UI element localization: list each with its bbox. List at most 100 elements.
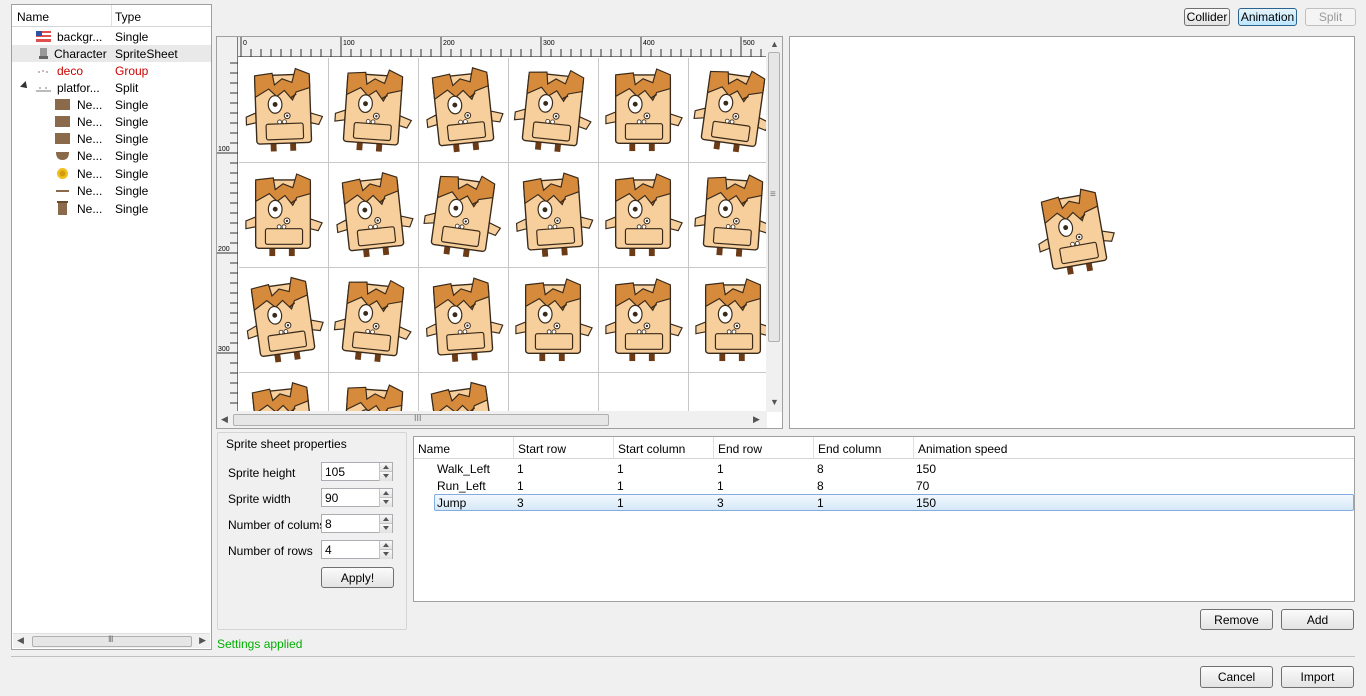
scroll-down-icon[interactable]: ▼ (770, 397, 779, 407)
remove-button[interactable]: Remove (1200, 609, 1273, 630)
sheet-vscroll-thumb[interactable]: ≡ (768, 52, 780, 342)
tree-scroll-thumb[interactable]: III (32, 634, 192, 647)
tree-item-background[interactable]: backgr... Single (12, 28, 211, 45)
sprite-cell[interactable] (599, 58, 689, 163)
tree-item-type: Split (115, 81, 139, 95)
coin-icon (57, 168, 68, 179)
sprite-cell[interactable] (329, 163, 419, 268)
split-button[interactable]: Split (1305, 8, 1356, 26)
sheet-horizontal-scrollbar[interactable]: ◀ III ▶ (217, 411, 767, 428)
import-button[interactable]: Import (1281, 666, 1354, 688)
sprite-cell[interactable] (509, 163, 599, 268)
tree-item-type: Single (115, 132, 149, 146)
tree-item-child[interactable]: Ne... Single (12, 96, 211, 113)
column-header-start-column[interactable]: Start column (618, 442, 685, 456)
scroll-up-icon[interactable]: ▲ (770, 39, 779, 49)
tree-item-child[interactable]: Ne... Single (12, 147, 211, 164)
sprite-cell[interactable] (689, 268, 767, 373)
sprite-height-spinbox[interactable]: 105 (321, 462, 393, 481)
sprite-cell[interactable] (509, 268, 599, 373)
tree-item-child[interactable]: Ne... Single (12, 130, 211, 147)
sprite-width-spinbox[interactable]: 90 (321, 488, 393, 507)
flag-icon (36, 31, 51, 42)
rows-spinbox[interactable]: 4 (321, 540, 393, 559)
tree-column-name[interactable]: Name (17, 10, 49, 24)
animation-row-walk-left[interactable]: Walk_Left 1 1 1 8 150 (414, 460, 1354, 477)
animation-button[interactable]: Animation (1238, 8, 1297, 26)
sprite-cell[interactable] (689, 373, 767, 412)
sprite-cell[interactable] (599, 373, 689, 412)
sprite-grid[interactable] (239, 58, 767, 412)
tree-item-deco[interactable]: deco Group (12, 62, 211, 79)
scroll-left-icon[interactable]: ◀ (221, 414, 228, 425)
animation-table[interactable]: Name Start row Start column End row End … (413, 436, 1355, 602)
column-header-animation-speed[interactable]: Animation speed (918, 442, 1007, 456)
sprite-cell[interactable] (239, 373, 329, 412)
sprite-cell[interactable] (329, 268, 419, 373)
tree-item-child[interactable]: Ne... Single (12, 113, 211, 130)
sprite-cell[interactable] (419, 163, 509, 268)
tree-item-name: Ne... (77, 202, 103, 216)
sprite-cell[interactable] (239, 163, 329, 268)
spin-down-icon[interactable] (379, 524, 392, 533)
tree-item-child[interactable]: Ne... Single (12, 182, 211, 199)
spin-down-icon[interactable] (379, 472, 392, 481)
character-sprite (695, 278, 767, 362)
animation-row-run-left[interactable]: Run_Left 1 1 1 8 70 (414, 477, 1354, 494)
tree-item-name: Ne... (77, 149, 103, 163)
left-ruler: 100 200 300 (217, 37, 238, 412)
sprite-cell[interactable] (419, 58, 509, 163)
scroll-left-icon[interactable]: ◀ (17, 635, 24, 646)
spin-up-icon[interactable] (379, 463, 392, 472)
column-header-end-row[interactable]: End row (718, 442, 762, 456)
spin-up-icon[interactable] (379, 541, 392, 550)
brick-icon (55, 99, 70, 110)
sprite-sheet-view[interactable]: 0 100 200 300 400 500 100 200 300 ▲ ≡ ▼ ◀ III ▶ (216, 36, 783, 429)
column-header-end-column[interactable]: End column (818, 442, 881, 456)
sprite-cell[interactable] (329, 373, 419, 412)
tree-item-child[interactable]: Ne... Single (12, 165, 211, 182)
tree-item-name: Ne... (77, 167, 103, 181)
character-sprite (422, 275, 506, 365)
column-header-name[interactable]: Name (418, 442, 450, 456)
apply-button[interactable]: Apply! (321, 567, 394, 588)
sprite-cell[interactable] (599, 163, 689, 268)
status-message: Settings applied (217, 637, 303, 651)
character-sprite (692, 63, 767, 157)
sprite-cell[interactable] (509, 373, 599, 412)
tree-item-platform[interactable]: platfor... Split (12, 79, 211, 96)
tree-item-type: Single (115, 149, 149, 163)
scroll-right-icon[interactable]: ▶ (199, 635, 206, 646)
character-sprite (512, 64, 596, 156)
columns-spinbox[interactable]: 8 (321, 514, 393, 533)
sprite-cell[interactable] (689, 163, 767, 268)
tree-horizontal-scrollbar[interactable]: ◀ III ▶ (13, 633, 210, 648)
spin-down-icon[interactable] (379, 550, 392, 559)
cell-start-row: 1 (517, 462, 524, 476)
sprite-cell[interactable] (419, 268, 509, 373)
sprite-cell[interactable] (509, 58, 599, 163)
cancel-button[interactable]: Cancel (1200, 666, 1273, 688)
scroll-right-icon[interactable]: ▶ (753, 414, 760, 425)
tree-item-character[interactable]: Character SpriteSheet (12, 45, 211, 62)
sheet-vertical-scrollbar[interactable]: ▲ ≡ ▼ (766, 37, 782, 412)
spin-up-icon[interactable] (379, 489, 392, 498)
spin-up-icon[interactable] (379, 515, 392, 524)
collapse-arrow-icon[interactable] (20, 81, 30, 91)
spin-down-icon[interactable] (379, 498, 392, 507)
resource-tree[interactable]: Name Type backgr... Single Character Spr… (11, 4, 212, 650)
sprite-cell[interactable] (599, 268, 689, 373)
sprite-cell[interactable] (329, 58, 419, 163)
sprite-cell[interactable] (239, 268, 329, 373)
add-button[interactable]: Add (1281, 609, 1354, 630)
sprite-cell[interactable] (689, 58, 767, 163)
sheet-hscroll-thumb[interactable]: III (233, 413, 609, 426)
tree-column-type[interactable]: Type (115, 10, 141, 24)
sprite-cell[interactable] (419, 373, 509, 412)
column-header-start-row[interactable]: Start row (518, 442, 566, 456)
sprite-cell[interactable] (239, 58, 329, 163)
character-sprite (332, 169, 416, 261)
collider-button[interactable]: Collider (1184, 8, 1230, 26)
animation-row-jump[interactable]: Jump 3 1 3 1 150 (434, 494, 1354, 511)
tree-item-child[interactable]: Ne... Single (12, 200, 211, 217)
